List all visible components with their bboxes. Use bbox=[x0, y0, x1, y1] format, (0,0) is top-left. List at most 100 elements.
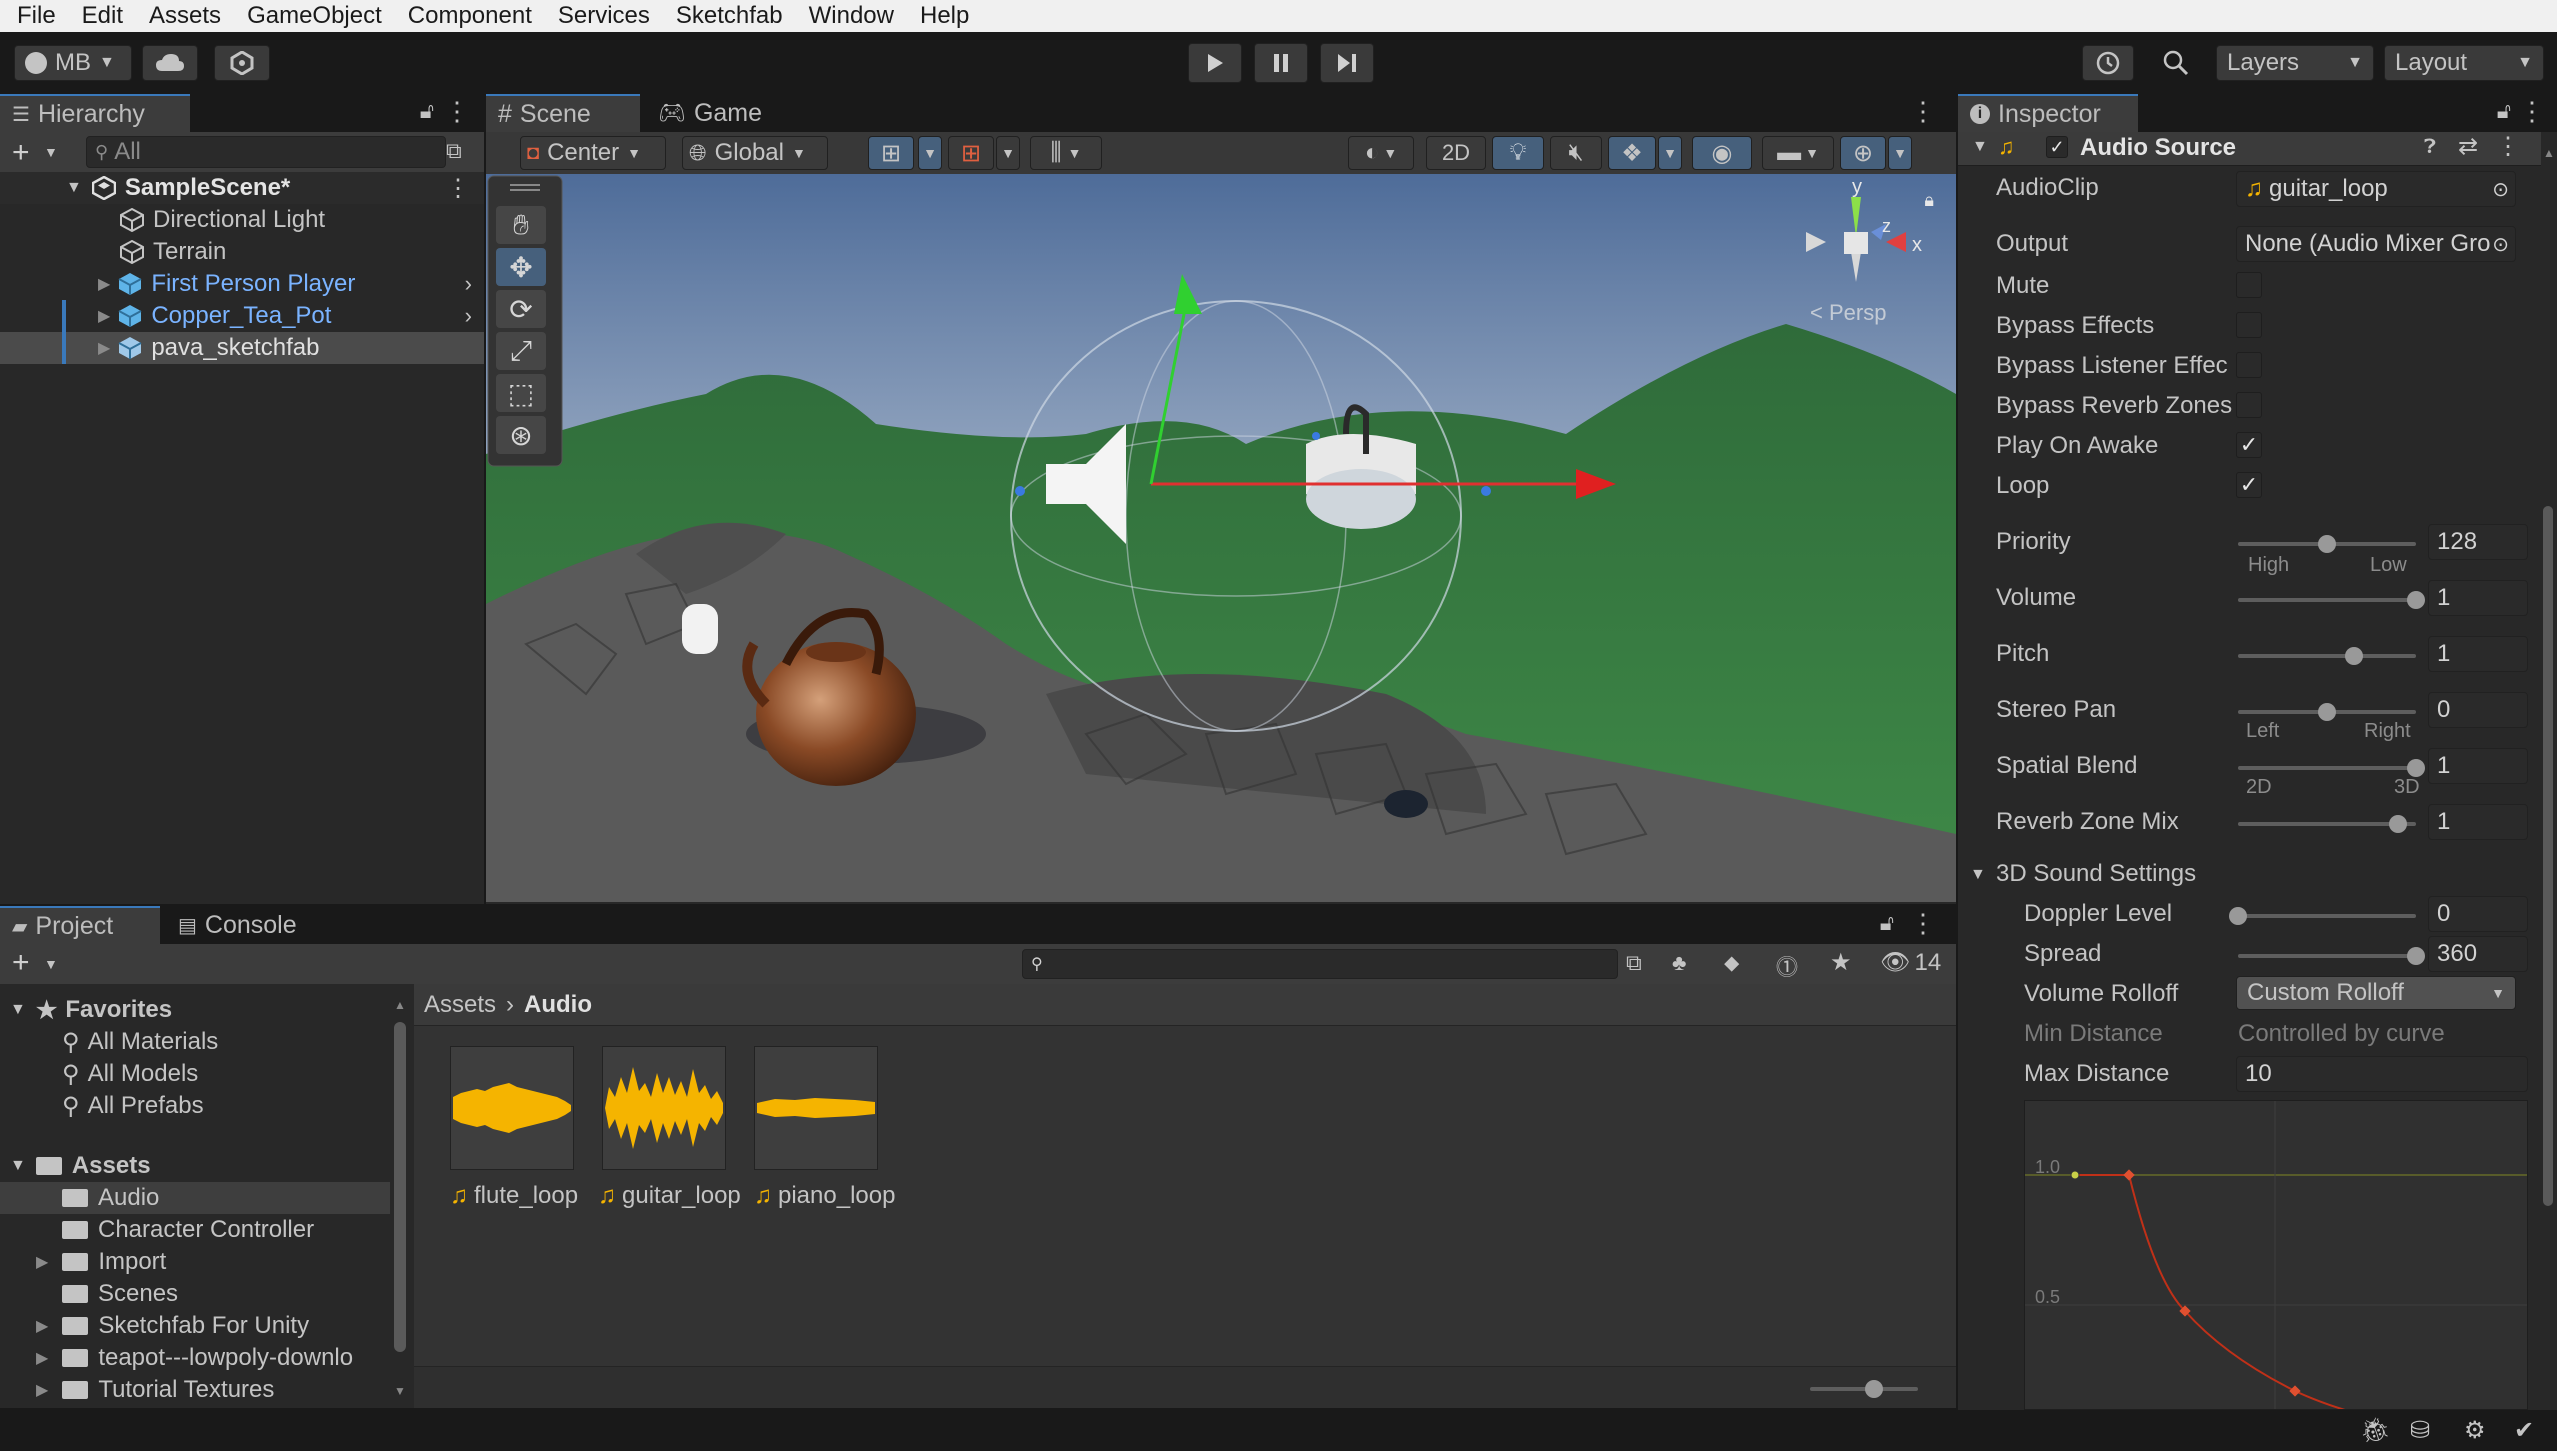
chevron-right-icon[interactable]: › bbox=[465, 271, 472, 297]
spatial-blend-field[interactable]: 1 bbox=[2428, 748, 2528, 784]
scrollbar-thumb[interactable] bbox=[394, 1022, 406, 1352]
step-button[interactable] bbox=[1320, 43, 1374, 83]
doppler-slider[interactable] bbox=[2229, 907, 2416, 925]
orientation-gizmo[interactable]: y x z < Persp 🔒︎ bbox=[1796, 176, 1934, 332]
gizmos-dropdown[interactable]: ▼ bbox=[1888, 136, 1912, 170]
list-item[interactable]: ▶ Copper_Tea_Pot › bbox=[0, 300, 484, 332]
folder-tree-scrollbar[interactable]: ▲ ▼ bbox=[394, 998, 406, 1398]
stereo-pan-field[interactable]: 0 bbox=[2428, 692, 2528, 728]
filter-label-icon[interactable]: ⬥ bbox=[1724, 950, 1739, 976]
lock-icon[interactable]: 🔒︎ bbox=[1924, 190, 1934, 211]
priority-slider-knob[interactable] bbox=[2318, 535, 2336, 553]
inspector-scrollbar[interactable]: ▲ bbox=[2543, 146, 2555, 1410]
effects-dropdown[interactable]: ▼ bbox=[1658, 136, 1682, 170]
breadcrumb-assets[interactable]: Assets bbox=[424, 991, 496, 1019]
cache-server-icon[interactable]: ⛁ bbox=[2410, 1416, 2430, 1445]
camera-dropdown[interactable]: ▬ ▼ bbox=[1762, 136, 1834, 170]
object-picker-icon[interactable]: ⊙ bbox=[2492, 177, 2509, 202]
search-options-icon[interactable]: ⧉ bbox=[1626, 950, 1642, 976]
expand-arrow-icon[interactable]: ▼ bbox=[1972, 138, 1988, 156]
warning-filter-icon[interactable]: ⓵ bbox=[1776, 950, 1798, 982]
expand-arrow-icon[interactable]: ▼ bbox=[66, 179, 82, 197]
collab-button[interactable] bbox=[214, 45, 270, 81]
layers-dropdown[interactable]: Layers ▼ bbox=[2216, 45, 2374, 81]
hierarchy-search-input[interactable]: ⚲ All bbox=[86, 136, 446, 168]
doppler-field[interactable]: 0 bbox=[2428, 896, 2528, 932]
grid-snap-button[interactable]: ⊞ bbox=[868, 136, 914, 170]
folder-item[interactable]: ▶ teapot---lowpoly-downlo bbox=[0, 1342, 390, 1374]
history-button[interactable] bbox=[2082, 45, 2134, 81]
more-menu-icon[interactable]: ⋮ bbox=[2519, 96, 2545, 127]
scale-tool-button[interactable]: ⤢ bbox=[496, 332, 546, 370]
bypass-reverb-checkbox[interactable] bbox=[2236, 392, 2262, 418]
chevron-down-icon[interactable]: ▼ bbox=[44, 956, 58, 972]
expand-arrow-icon[interactable]: ▶ bbox=[98, 338, 110, 358]
tab-hierarchy[interactable]: ☰ Hierarchy bbox=[0, 94, 190, 132]
bypass-effects-checkbox[interactable] bbox=[2236, 312, 2262, 338]
more-menu-icon[interactable]: ⋮ bbox=[446, 174, 470, 203]
increment-snap-button[interactable]: ⊞ bbox=[948, 136, 994, 170]
scroll-up-icon[interactable]: ▲ bbox=[394, 998, 406, 1012]
hidden-packages-toggle[interactable]: 👁︎ 14 bbox=[1880, 948, 1941, 977]
expand-arrow-icon[interactable]: ▼ bbox=[10, 1157, 26, 1175]
more-menu-icon[interactable]: ⋮ bbox=[2496, 132, 2520, 161]
folder-item-selected[interactable]: Audio bbox=[0, 1182, 390, 1214]
favorites-foldout[interactable]: ▼ ★ Favorites bbox=[10, 994, 172, 1026]
lighting-toggle[interactable]: 💡︎ bbox=[1492, 136, 1544, 170]
expand-arrow-icon[interactable]: ▶ bbox=[98, 306, 110, 326]
debug-bug-icon[interactable]: 🐞︎ bbox=[2360, 1416, 2390, 1445]
output-field[interactable]: None (Audio Mixer Gro ⊙ bbox=[2236, 226, 2516, 262]
asset-thumbnail[interactable] bbox=[602, 1046, 726, 1170]
component-enabled-checkbox[interactable]: ✓ bbox=[2046, 136, 2068, 158]
scrollbar-thumb[interactable] bbox=[2543, 506, 2553, 1206]
asset-label-row[interactable]: ♫ guitar_loop bbox=[598, 1180, 741, 1212]
volume-slider[interactable] bbox=[2238, 591, 2425, 609]
sound-3d-foldout[interactable]: 3D Sound Settings bbox=[1996, 860, 2196, 888]
asset-thumbnail[interactable] bbox=[450, 1046, 574, 1170]
reverb-mix-slider-knob[interactable] bbox=[2389, 815, 2408, 833]
doppler-slider-knob[interactable] bbox=[2229, 907, 2247, 925]
menu-edit[interactable]: Edit bbox=[69, 2, 136, 30]
tab-game[interactable]: 🎮︎ Game bbox=[646, 94, 776, 132]
expand-arrow-icon[interactable]: ▼ bbox=[1970, 866, 1986, 884]
expand-arrow-icon[interactable]: ▶ bbox=[98, 274, 110, 294]
play-on-awake-checkbox[interactable]: ✓ bbox=[2236, 432, 2262, 458]
volume-slider-knob[interactable] bbox=[2407, 591, 2425, 609]
cloud-button[interactable] bbox=[142, 45, 198, 81]
expand-arrow-icon[interactable]: ▶ bbox=[36, 1380, 48, 1400]
component-header[interactable]: ▼ ♫ ✓ Audio Source ❓︎ ⇄ ⋮ bbox=[1958, 132, 2541, 166]
more-menu-icon[interactable]: ⋮ bbox=[1910, 96, 1936, 127]
ruler-dropdown[interactable]: ⫼ ▼ bbox=[1030, 136, 1102, 170]
assets-foldout[interactable]: ▼ Assets bbox=[10, 1150, 151, 1182]
auto-generate-lighting-icon[interactable]: ⚙ bbox=[2464, 1416, 2486, 1445]
pitch-field[interactable]: 1 bbox=[2428, 636, 2528, 672]
add-icon[interactable]: + bbox=[12, 136, 30, 170]
rolloff-curve-graph[interactable]: 1.0 0.5 bbox=[2024, 1100, 2528, 1410]
tab-inspector[interactable]: i Inspector bbox=[1958, 94, 2138, 132]
filter-type-icon[interactable]: ♣ bbox=[1672, 950, 1686, 976]
stereo-pan-slider-knob[interactable] bbox=[2318, 703, 2336, 721]
lock-icon[interactable]: 🔓︎ bbox=[420, 98, 434, 124]
favorite-star-icon[interactable]: ★ bbox=[1830, 948, 1852, 977]
hand-tool-button[interactable]: ✋︎ bbox=[496, 206, 546, 244]
presets-icon[interactable]: ⇄ bbox=[2458, 132, 2478, 161]
asset-thumbnail[interactable] bbox=[754, 1046, 878, 1170]
list-item-selected[interactable]: ▶ pava_sketchfab bbox=[0, 332, 484, 364]
icon-size-slider[interactable] bbox=[1810, 1380, 1918, 1398]
favorite-item[interactable]: ⚲ All Prefabs bbox=[62, 1090, 204, 1122]
audio-toggle[interactable]: 🔇︎ bbox=[1550, 136, 1602, 170]
menu-window[interactable]: Window bbox=[796, 2, 907, 30]
menu-assets[interactable]: Assets bbox=[136, 2, 234, 30]
spread-slider-knob[interactable] bbox=[2407, 947, 2425, 965]
reverb-mix-field[interactable]: 1 bbox=[2428, 804, 2528, 840]
pause-button[interactable] bbox=[1254, 43, 1308, 83]
gizmos-toggle[interactable]: ⊕ bbox=[1840, 136, 1886, 170]
list-item[interactable]: Terrain bbox=[120, 236, 226, 268]
menu-gameobject[interactable]: GameObject bbox=[234, 2, 395, 30]
pitch-slider[interactable] bbox=[2238, 647, 2416, 665]
scroll-up-icon[interactable]: ▲ bbox=[2543, 146, 2555, 160]
menu-sketchfab[interactable]: Sketchfab bbox=[663, 2, 796, 30]
scene-visibility-toggle[interactable]: ◉ bbox=[1692, 136, 1752, 170]
drag-handle-icon[interactable] bbox=[510, 184, 540, 186]
folder-item[interactable]: Character Controller bbox=[0, 1214, 314, 1246]
